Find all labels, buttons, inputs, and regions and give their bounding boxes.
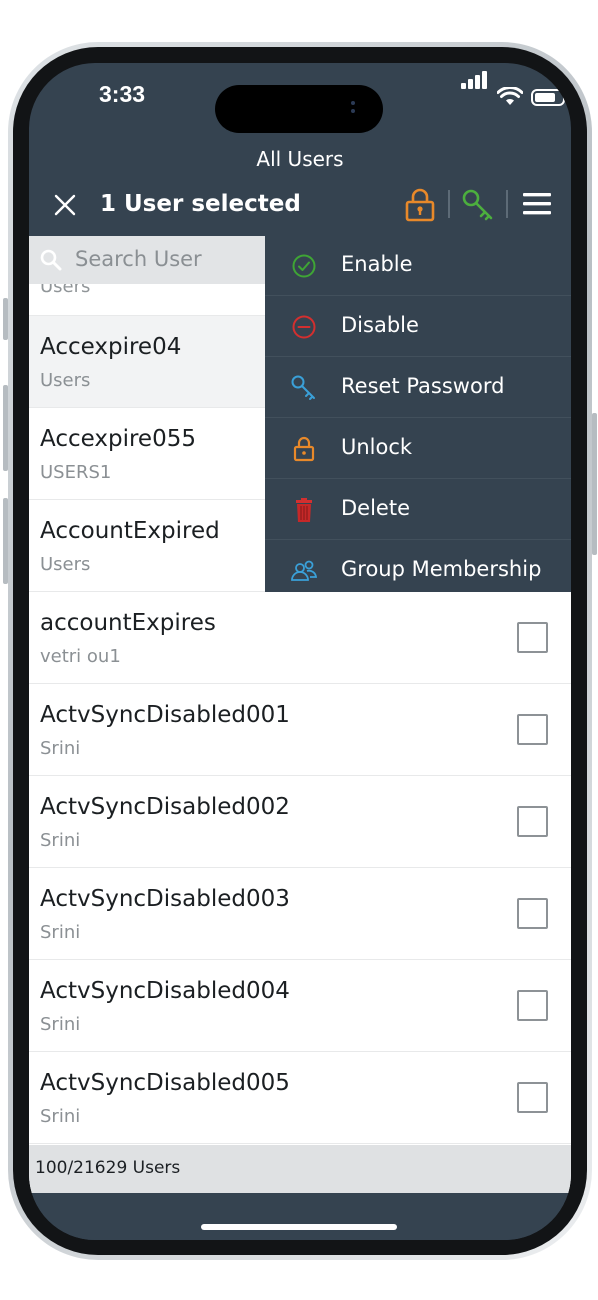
search-icon — [40, 249, 62, 271]
lock-icon — [293, 436, 315, 462]
search-bar[interactable] — [29, 236, 265, 284]
user-ou: Users — [40, 554, 91, 575]
group-icon — [291, 560, 317, 581]
user-ou: Srini — [40, 1014, 81, 1035]
user-name: ActvSyncDisabled003 — [40, 886, 290, 912]
user-ou: Srini — [40, 830, 81, 851]
list-item[interactable]: accountExpires vetri ou1 — [29, 592, 571, 684]
key-icon — [291, 375, 315, 400]
select-checkbox[interactable] — [517, 898, 548, 929]
phone-side-button — [592, 413, 597, 555]
status-time: 3:33 — [99, 81, 146, 107]
user-name: accountExpires — [40, 610, 216, 636]
select-checkbox[interactable] — [517, 714, 548, 745]
header-separator — [506, 190, 508, 218]
check-circle-icon — [292, 254, 316, 278]
user-name: Accexpire055 — [40, 426, 196, 452]
select-checkbox[interactable] — [517, 806, 548, 837]
list-footer: 100/21629 Users — [29, 1145, 571, 1193]
user-name: AccountExpired — [40, 518, 220, 544]
list-item[interactable]: ActvSyncDisabled005 Srini — [29, 1052, 571, 1144]
close-icon[interactable] — [51, 191, 79, 219]
menu-item-reset-password[interactable]: Reset Password — [265, 357, 571, 418]
header-separator — [448, 190, 450, 218]
minus-circle-icon — [292, 315, 316, 339]
user-ou: Srini — [40, 1106, 81, 1127]
user-count: 100/21629 Users — [35, 1158, 181, 1178]
menu-item-enable[interactable]: Enable — [265, 235, 571, 296]
hamburger-menu-icon[interactable] — [522, 191, 552, 217]
menu-item-delete[interactable]: Delete — [265, 479, 571, 540]
home-indicator[interactable] — [201, 1224, 397, 1230]
key-icon[interactable] — [461, 188, 495, 222]
select-checkbox[interactable] — [517, 622, 548, 653]
unlock-icon[interactable] — [404, 188, 436, 222]
wifi-icon — [497, 87, 523, 105]
menu-item-label: Disable — [341, 313, 419, 337]
app-screen: 3:33 All Users 1 User selected Search Us… — [29, 63, 571, 1240]
user-ou: Srini — [40, 922, 81, 943]
user-name: Accexpire04 — [40, 334, 182, 360]
user-ou: USERS1 — [40, 462, 112, 483]
list-item[interactable]: ActvSyncDisabled001 Srini — [29, 684, 571, 776]
menu-item-disable[interactable]: Disable — [265, 296, 571, 357]
list-item-partial[interactable]: Users — [29, 284, 265, 316]
select-checkbox[interactable] — [517, 990, 548, 1021]
user-name: ActvSyncDisabled001 — [40, 702, 290, 728]
dynamic-island — [215, 85, 383, 133]
user-ou: Users — [40, 370, 91, 391]
user-ou: Srini — [40, 738, 81, 759]
user-name: ActvSyncDisabled004 — [40, 978, 290, 1004]
list-item[interactable]: ActvSyncDisabled004 Srini — [29, 960, 571, 1052]
menu-item-label: Enable — [341, 252, 413, 276]
list-item[interactable]: ActvSyncDisabled003 Srini — [29, 868, 571, 960]
menu-item-unlock[interactable]: Unlock — [265, 418, 571, 479]
menu-item-group-membership[interactable]: Group Membership — [265, 540, 571, 601]
phone-side-button — [3, 385, 8, 471]
battery-icon — [531, 89, 568, 106]
trash-icon — [296, 498, 312, 522]
user-name: ActvSyncDisabled002 — [40, 794, 290, 820]
phone-side-button — [3, 498, 8, 584]
user-name: ActvSyncDisabled005 — [40, 1070, 290, 1096]
select-checkbox[interactable] — [517, 1082, 548, 1113]
action-menu: Enable Disable Reset Password Unlock Del… — [265, 235, 571, 592]
menu-item-label: Delete — [341, 496, 410, 520]
list-item-subtitle: Users — [40, 284, 91, 297]
menu-item-label: Unlock — [341, 435, 413, 459]
search-input[interactable] — [73, 246, 259, 272]
menu-item-label: Group Membership — [341, 557, 542, 581]
list-item[interactable]: ActvSyncDisabled002 Srini — [29, 776, 571, 868]
user-ou: vetri ou1 — [40, 646, 121, 667]
page-title: All Users — [256, 147, 344, 171]
menu-item-label: Reset Password — [341, 374, 505, 398]
phone-side-button — [3, 298, 8, 340]
selection-count: 1 User selected — [100, 191, 301, 217]
bottom-safe-area — [29, 1193, 571, 1240]
